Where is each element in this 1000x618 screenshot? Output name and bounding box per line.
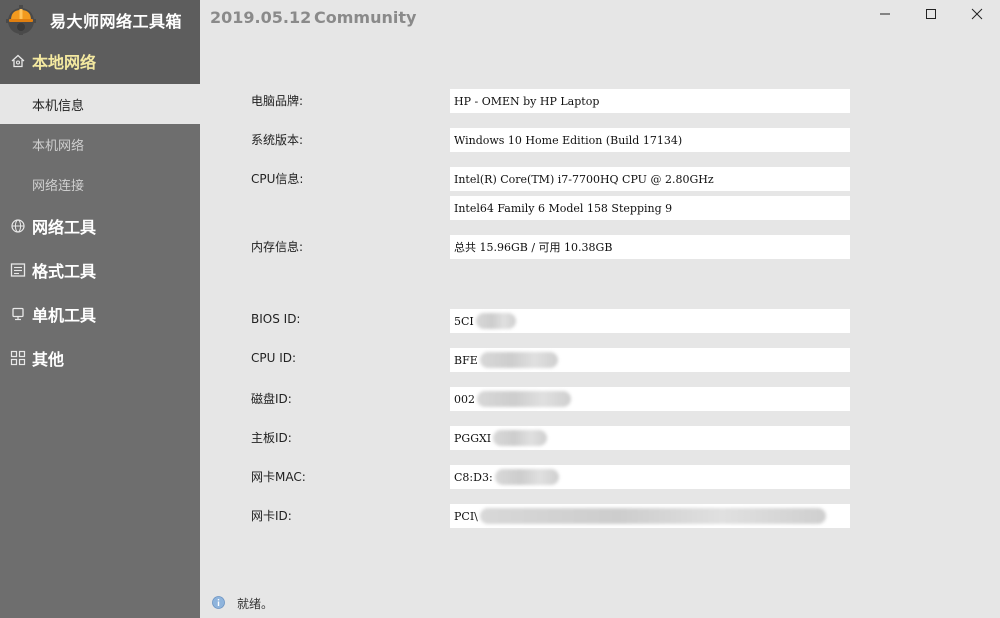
nav-group-label: 网络工具 bbox=[32, 218, 97, 237]
monitor-icon bbox=[12, 307, 24, 321]
board-id-field[interactable]: PGGXI bbox=[450, 426, 850, 450]
redaction-blur bbox=[475, 313, 516, 329]
os-field[interactable]: Windows 10 Home Edition (Build 17134) bbox=[450, 128, 850, 152]
sidebar-item-local-info[interactable]: 本机信息 bbox=[0, 84, 200, 124]
nav-group-local-network[interactable]: 本地网络 bbox=[0, 38, 200, 84]
nav-group-label: 其他 bbox=[32, 350, 65, 369]
sidebar-item-label: 本机信息 bbox=[32, 98, 85, 114]
mac-value: C8:D3: bbox=[454, 470, 493, 484]
redaction-blur bbox=[493, 430, 548, 446]
sidebar-item-label: 本机网络 bbox=[32, 138, 85, 154]
brand-value: HP - OMEN by HP Laptop bbox=[454, 94, 600, 108]
cpu-id-value: BFE bbox=[454, 353, 478, 367]
nav-group-standalone-tools[interactable]: 单机工具 bbox=[0, 291, 200, 337]
nav-group-format-tools[interactable]: 格式工具 bbox=[0, 247, 200, 293]
app-title: 易大师网络工具箱 bbox=[50, 12, 183, 31]
nav-group-label: 本地网络 bbox=[32, 53, 97, 72]
board-id-label: 主板ID: bbox=[251, 431, 292, 445]
maximize-icon[interactable] bbox=[920, 5, 942, 23]
redaction-blur bbox=[479, 508, 826, 524]
sidebar-item-local-network[interactable]: 本机网络 bbox=[0, 124, 200, 164]
redaction-blur bbox=[494, 469, 559, 485]
hardhat-gear-logo-icon bbox=[6, 5, 36, 35]
nav-group-other[interactable]: 其他 bbox=[0, 335, 200, 381]
minimize-icon[interactable] bbox=[874, 5, 896, 23]
cpu-field-2[interactable]: Intel64 Family 6 Model 158 Stepping 9 bbox=[450, 196, 850, 220]
app-brand: 易大师网络工具箱 bbox=[0, 0, 200, 38]
disk-id-label: 磁盘ID: bbox=[251, 392, 292, 406]
cpu-field-1[interactable]: Intel(R) Core(TM) i7-7700HQ CPU @ 2.80GH… bbox=[450, 167, 850, 191]
board-id-value: PGGXI bbox=[454, 431, 492, 445]
home-icon bbox=[11, 54, 25, 68]
release-date: 2019.05.12 bbox=[210, 8, 312, 27]
redaction-blur bbox=[479, 352, 558, 368]
close-icon[interactable] bbox=[966, 5, 988, 23]
sidebar-item-network-connections[interactable]: 网络连接 bbox=[0, 164, 200, 204]
brand-label: 电脑品牌: bbox=[251, 94, 304, 108]
sidebar-item-label: 网络连接 bbox=[32, 178, 85, 194]
status-text: 就绪。 bbox=[237, 597, 274, 611]
bios-id-label: BIOS ID: bbox=[251, 312, 301, 326]
nav-group-label: 单机工具 bbox=[32, 306, 97, 325]
brand-field[interactable]: HP - OMEN by HP Laptop bbox=[450, 89, 850, 113]
bios-id-value: 5CI bbox=[454, 314, 474, 328]
document-icon bbox=[10, 263, 26, 277]
edition-label: Community bbox=[314, 8, 417, 27]
memory-value: 总共 15.96GB / 可用 10.38GB bbox=[454, 241, 613, 254]
globe-icon bbox=[11, 219, 25, 233]
redaction-blur bbox=[477, 391, 571, 407]
nic-id-label: 网卡ID: bbox=[251, 509, 292, 523]
os-label: 系统版本: bbox=[251, 133, 304, 147]
bios-id-field[interactable]: 5CI bbox=[450, 309, 850, 333]
mac-field[interactable]: C8:D3: bbox=[450, 465, 850, 489]
nic-id-value: PCI\ bbox=[454, 509, 478, 523]
memory-field[interactable]: 总共 15.96GB / 可用 10.38GB bbox=[450, 235, 850, 259]
nav-group-label: 格式工具 bbox=[32, 262, 97, 281]
info-icon bbox=[212, 596, 225, 609]
mac-label: 网卡MAC: bbox=[251, 470, 306, 484]
memory-label: 内存信息: bbox=[251, 240, 304, 254]
disk-id-value: 002 bbox=[454, 392, 475, 406]
os-value: Windows 10 Home Edition (Build 17134) bbox=[454, 133, 683, 147]
grid-icon bbox=[10, 350, 26, 366]
cpu-value-1: Intel(R) Core(TM) i7-7700HQ CPU @ 2.80GH… bbox=[454, 172, 714, 186]
sidebar: 易大师网络工具箱 本地网络 本机信息 本机网络 网络连接 网络工具 格式工具 单… bbox=[0, 0, 200, 618]
cpu-value-2: Intel64 Family 6 Model 158 Stepping 9 bbox=[454, 201, 673, 215]
cpu-label: CPU信息: bbox=[251, 172, 304, 186]
cpu-id-label: CPU ID: bbox=[251, 351, 297, 365]
nav-group-network-tools[interactable]: 网络工具 bbox=[0, 203, 200, 249]
disk-id-field[interactable]: 002 bbox=[450, 387, 850, 411]
nic-id-field[interactable]: PCI\ bbox=[450, 504, 850, 528]
cpu-id-field[interactable]: BFE bbox=[450, 348, 850, 372]
